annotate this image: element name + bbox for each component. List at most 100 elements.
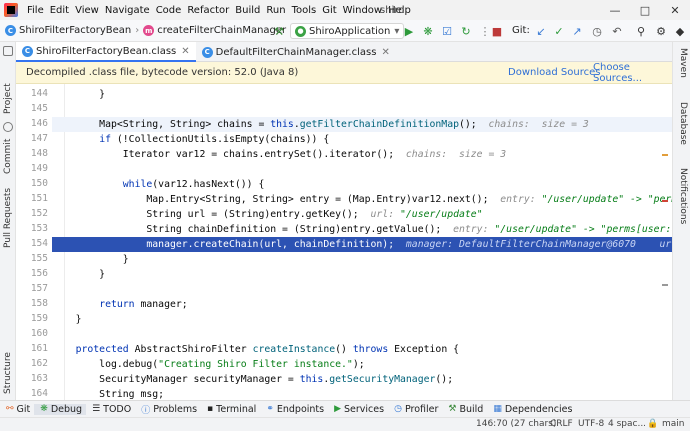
line-number[interactable]: 156 [16, 268, 48, 279]
tool-structure[interactable]: Structure [3, 352, 13, 394]
run-config-selector[interactable]: ● ShiroApplication ▾ [290, 23, 405, 39]
git-branch[interactable]: main [662, 419, 685, 429]
build-hammer-icon[interactable]: ⚒ [272, 24, 286, 38]
line-number[interactable]: 153 [16, 223, 48, 234]
code-line[interactable]: SecurityManager securityManager = this.g… [52, 372, 672, 387]
maximize-icon[interactable]: □ [630, 0, 660, 20]
line-number[interactable]: 155 [16, 253, 48, 264]
tool-git[interactable]: ⚯ Git [0, 404, 34, 415]
line-number[interactable]: 159 [16, 313, 48, 324]
indent-setting[interactable]: 4 spac... [608, 419, 646, 429]
menu-code[interactable]: Code [153, 5, 185, 16]
code-line[interactable]: String chainDefinition = (String)entry.g… [52, 222, 672, 237]
git-update-icon[interactable]: ↙ [534, 24, 548, 38]
tool-project[interactable]: Project [3, 83, 13, 114]
code-line[interactable]: } [52, 312, 672, 327]
tab-default-filter-chain-manager[interactable]: C DefaultFilterChainManager.class ✕ [196, 42, 396, 62]
line-number[interactable]: 147 [16, 133, 48, 144]
code-line[interactable]: Map.Entry<String, String> entry = (Map.E… [52, 192, 672, 207]
line-number[interactable]: 148 [16, 148, 48, 159]
close-tab-icon[interactable]: ✕ [381, 47, 389, 58]
code-line[interactable]: if (!CollectionUtils.isEmpty(chains)) { [52, 132, 672, 147]
code-line[interactable]: manager.createChain(url, chainDefinition… [52, 237, 672, 252]
line-number[interactable]: 149 [16, 163, 48, 174]
tool-dependencies[interactable]: ▦ Dependencies [487, 404, 576, 415]
debug-icon[interactable]: ❋ [421, 24, 435, 38]
tool-endpoints[interactable]: ⚭ Endpoints [260, 404, 328, 415]
tool-terminal[interactable]: ▪ Terminal [201, 404, 260, 415]
tool-problems[interactable]: ⓘ Problems [135, 403, 201, 416]
minimize-icon[interactable]: — [600, 0, 630, 20]
code-line[interactable]: } [52, 267, 672, 282]
code-line[interactable]: return manager; [52, 297, 672, 312]
git-history-icon[interactable]: ◷ [590, 24, 604, 38]
code-line[interactable]: Iterator var12 = chains.entrySet().itera… [52, 147, 672, 162]
menu-tools[interactable]: Tools [289, 5, 320, 16]
line-number[interactable]: 163 [16, 373, 48, 384]
code-line[interactable]: Map<String, String> chains = this.getFil… [52, 117, 672, 132]
tool-todo[interactable]: ☰ TODO [86, 404, 135, 415]
git-commit-icon[interactable]: ✓ [552, 24, 566, 38]
menu-view[interactable]: View [72, 5, 102, 16]
code-line[interactable]: String msg; [52, 387, 672, 400]
code-line[interactable] [52, 162, 672, 177]
coverage-icon[interactable]: ☑ [440, 24, 454, 38]
line-number[interactable]: 145 [16, 103, 48, 114]
tool-profiler[interactable]: ◷ Profiler [388, 404, 442, 415]
tool-notifications[interactable]: Notifications [678, 168, 688, 224]
download-sources-link[interactable]: Download Sources [508, 67, 600, 78]
tool-maven[interactable]: Maven [678, 48, 688, 78]
menu-git[interactable]: Git [319, 5, 339, 16]
menu-file[interactable]: File [24, 5, 47, 16]
close-window-icon[interactable]: ✕ [660, 0, 690, 20]
breadcrumb-class[interactable]: C ShiroFilterFactoryBean [5, 25, 131, 36]
search-icon[interactable]: ⚲ [634, 24, 648, 38]
profile-icon[interactable]: ↻ [459, 24, 473, 38]
tool-pull-requests[interactable]: Pull Requests [3, 188, 13, 248]
code-line[interactable]: } [52, 87, 672, 102]
line-number[interactable]: 150 [16, 178, 48, 189]
git-push-icon[interactable]: ↗ [570, 24, 584, 38]
tool-debug[interactable]: ❋ Debug [34, 403, 87, 415]
line-number[interactable]: 151 [16, 193, 48, 204]
menu-build[interactable]: Build [232, 5, 263, 16]
line-number[interactable]: 161 [16, 343, 48, 354]
menu-navigate[interactable]: Navigate [102, 5, 153, 16]
line-number[interactable]: 157 [16, 283, 48, 294]
file-encoding[interactable]: UTF-8 [578, 419, 604, 429]
line-number[interactable]: 164 [16, 388, 48, 399]
line-number[interactable]: 152 [16, 208, 48, 219]
choose-sources-link[interactable]: Choose Sources... [593, 62, 672, 84]
code-line[interactable] [52, 102, 672, 117]
code-line[interactable]: String url = (String)entry.getKey(); url… [52, 207, 672, 222]
rollback-icon[interactable]: ↶ [610, 24, 624, 38]
line-separator[interactable]: CRLF [550, 419, 573, 429]
caret-position[interactable]: 146:70 (27 chars) [476, 419, 556, 429]
code-line[interactable] [52, 282, 672, 297]
line-number[interactable]: 162 [16, 358, 48, 369]
settings-gear-icon[interactable]: ⚙ [654, 24, 668, 38]
breadcrumb-method[interactable]: m createFilterChainManager [143, 25, 286, 36]
tool-database[interactable]: Database [678, 102, 688, 145]
tool-build[interactable]: ⚒ Build [442, 404, 487, 415]
tab-shiro-filter-factory-bean[interactable]: C ShiroFilterFactoryBean.class ✕ [16, 42, 196, 62]
jetbrains-ai-icon[interactable]: ◆ [673, 24, 687, 38]
tool-services[interactable]: ▶ Services [328, 404, 388, 415]
menu-run[interactable]: Run [263, 5, 288, 16]
code-line[interactable]: } [52, 252, 672, 267]
menu-edit[interactable]: Edit [47, 5, 72, 16]
tool-commit[interactable]: Commit [3, 139, 13, 174]
line-number[interactable]: 146 [16, 118, 48, 129]
menu-refactor[interactable]: Refactor [184, 5, 232, 16]
code-line[interactable]: protected AbstractShiroFilter createInst… [52, 342, 672, 357]
line-number[interactable]: 160 [16, 328, 48, 339]
code-line[interactable]: log.debug("Creating Shiro Filter instanc… [52, 357, 672, 372]
line-number[interactable]: 158 [16, 298, 48, 309]
menu-window[interactable]: Window [340, 5, 385, 16]
code-editor[interactable]: 144 145 146 147 148 149 150 151 152 153 154 155 156 1… [16, 84, 672, 400]
close-tab-icon[interactable]: ✕ [181, 46, 189, 57]
run-icon[interactable]: ▶ [402, 24, 416, 38]
stop-icon[interactable]: ■ [490, 24, 504, 38]
line-number[interactable]: 144 [16, 88, 48, 99]
code-line[interactable] [52, 327, 672, 342]
